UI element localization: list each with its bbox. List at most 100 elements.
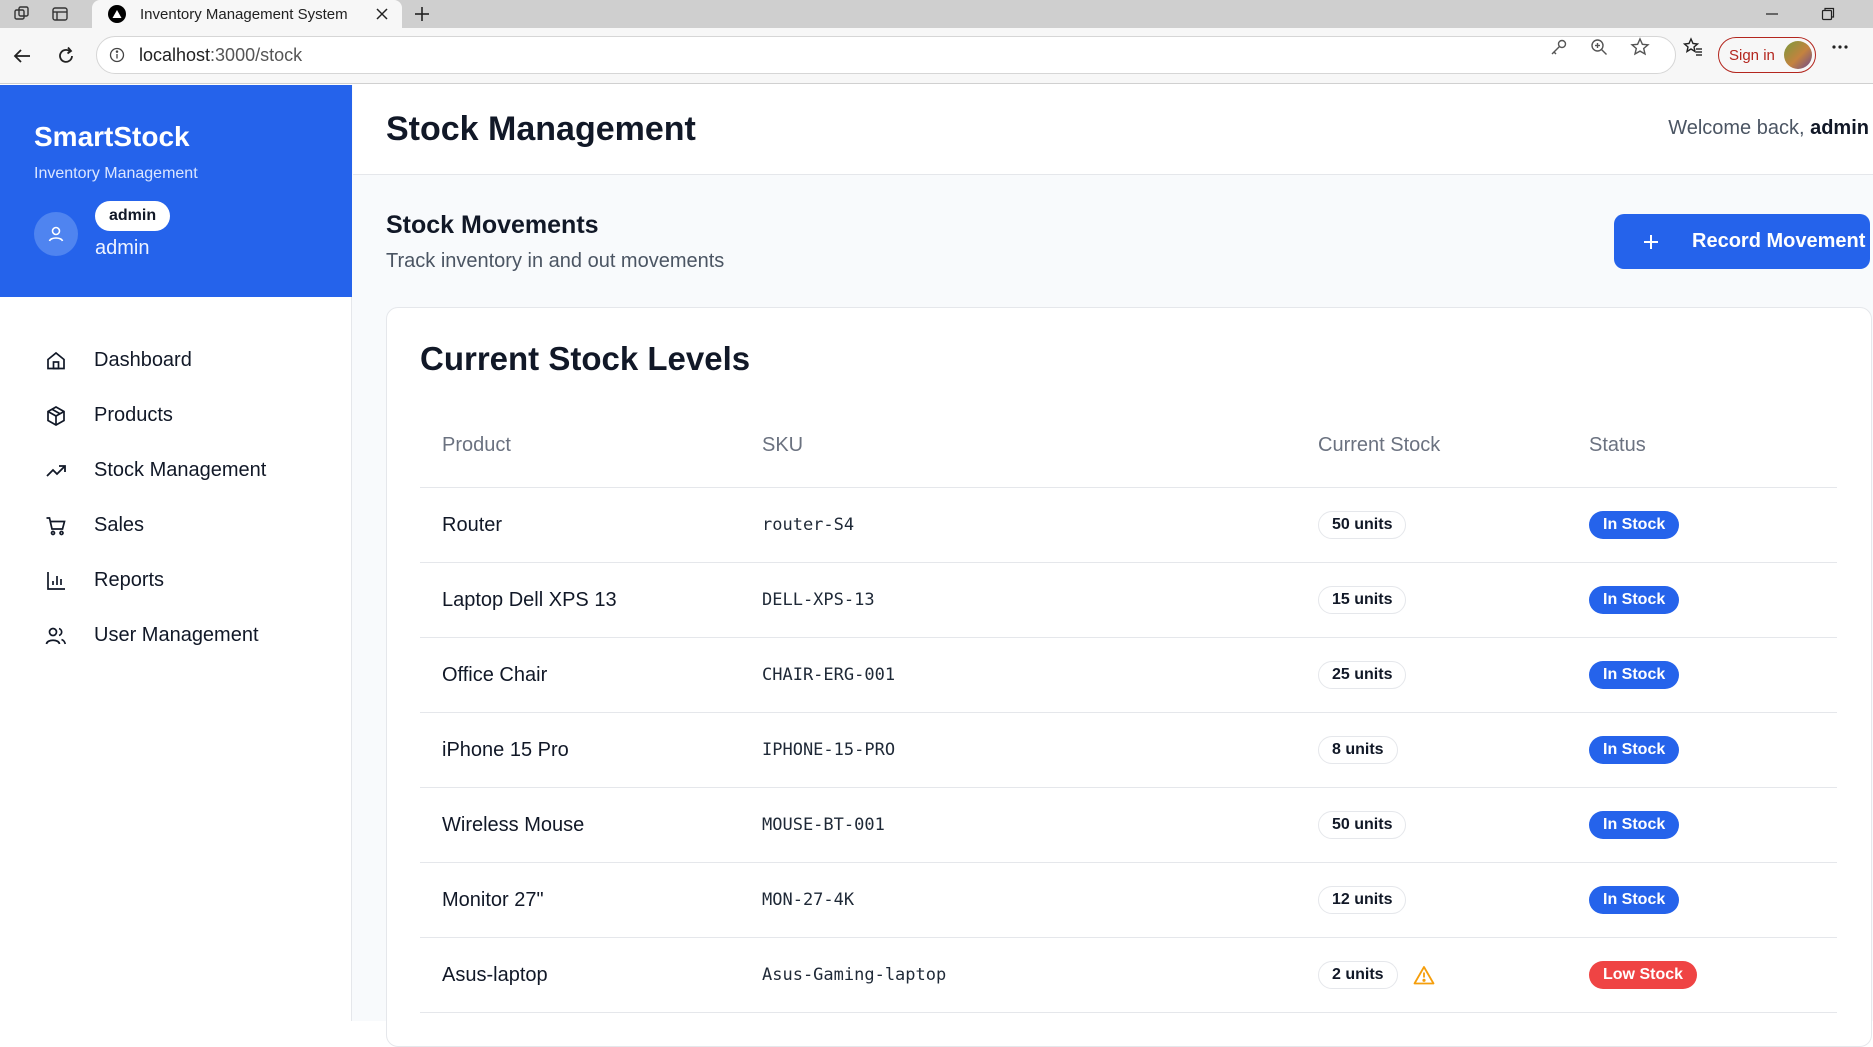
record-movement-label: Record Movement <box>1692 230 1866 252</box>
user-avatar <box>34 212 78 256</box>
page-header: Stock Management Welcome back, admin <box>353 85 1873 175</box>
table-row[interactable]: Asus-laptop Asus-Gaming-laptop 2 units L… <box>420 938 1837 1013</box>
key-icon[interactable] <box>1549 37 1569 57</box>
plus-icon <box>1640 231 1662 253</box>
sidebar-item-sales[interactable]: Sales <box>0 498 352 553</box>
status-badge: In Stock <box>1589 586 1680 614</box>
product-name: Asus-laptop <box>442 963 548 986</box>
sidebar-item-stock-management[interactable]: Stock Management <box>0 443 352 498</box>
url-text: localhost:3000/stock <box>139 45 302 66</box>
user-name: admin <box>95 237 150 259</box>
minimize-icon[interactable] <box>1762 4 1782 24</box>
url-path: :3000/stock <box>210 44 303 65</box>
welcome-user: admin <box>1810 117 1869 139</box>
stock-units-badge: 8 units <box>1318 736 1398 764</box>
column-header-product[interactable]: Product <box>420 434 762 457</box>
sidebar-item-label: Products <box>94 404 173 426</box>
restore-icon[interactable] <box>1818 4 1838 24</box>
sidebar-item-products[interactable]: Products <box>0 388 352 443</box>
sidebar-item-dashboard[interactable]: Dashboard <box>0 333 352 388</box>
sign-in-label: Sign in <box>1729 46 1775 64</box>
browser-tab-active[interactable]: Inventory Management System <box>92 0 402 28</box>
product-sku: Asus-Gaming-laptop <box>762 965 947 985</box>
product-name: Laptop Dell XPS 13 <box>442 588 617 611</box>
product-name: Office Chair <box>442 663 548 686</box>
table-row[interactable]: Laptop Dell XPS 13 DELL-XPS-13 15 units … <box>420 563 1837 638</box>
welcome-prefix: Welcome back, <box>1668 117 1811 139</box>
stock-units-badge: 2 units <box>1318 961 1398 989</box>
sidebar-item-label: Stock Management <box>94 459 267 481</box>
sidebar: SmartStock Inventory Management admin ad… <box>0 85 352 1021</box>
user-icon <box>48 226 64 242</box>
sign-in-button[interactable]: Sign in <box>1718 37 1816 73</box>
table-row[interactable]: iPhone 15 Pro IPHONE-15-PRO 8 units In S… <box>420 713 1837 788</box>
profile-avatar <box>1784 41 1812 69</box>
table-row[interactable]: Router router-S4 50 units In Stock <box>420 488 1837 563</box>
sidebar-item-user-management[interactable]: User Management <box>0 608 352 663</box>
welcome-message: Welcome back, admin <box>1668 117 1869 140</box>
stock-units-badge: 15 units <box>1318 586 1407 614</box>
sidebar-item-label: Dashboard <box>94 349 192 371</box>
site-info-icon[interactable] <box>107 45 127 65</box>
sidebar-item-reports[interactable]: Reports <box>0 553 352 608</box>
table-row[interactable]: Wireless Mouse MOUSE-BT-001 50 units In … <box>420 788 1837 863</box>
box-icon <box>44 404 68 428</box>
stock-units-badge: 25 units <box>1318 661 1407 689</box>
stock-table: Product SKU Current Stock Status Router … <box>420 404 1837 1013</box>
close-tab-icon[interactable] <box>372 4 392 24</box>
column-header-status[interactable]: Status <box>1589 434 1837 457</box>
product-name: iPhone 15 Pro <box>442 738 569 761</box>
trending-up-icon <box>44 459 68 483</box>
page-title: Stock Management <box>386 110 696 148</box>
status-badge: In Stock <box>1589 811 1680 839</box>
bar-chart-icon <box>44 569 68 593</box>
section-subtitle: Track inventory in and out movements <box>386 250 725 272</box>
product-sku: CHAIR-ERG-001 <box>762 665 896 685</box>
warning-triangle-icon <box>1412 964 1436 986</box>
favorites-icon[interactable] <box>1683 37 1703 57</box>
column-header-current-stock[interactable]: Current Stock <box>1318 434 1589 457</box>
tab-actions-icon[interactable] <box>50 4 70 24</box>
table-row[interactable]: Monitor 27" MON-27-4K 12 units In Stock <box>420 863 1837 938</box>
back-arrow-icon[interactable] <box>8 42 36 70</box>
browser-tab-bar: Inventory Management System <box>0 0 1873 28</box>
product-name: Wireless Mouse <box>442 813 585 836</box>
workspaces-icon[interactable] <box>12 4 32 24</box>
app-root: SmartStock Inventory Management admin ad… <box>0 85 1873 1047</box>
stock-units-badge: 12 units <box>1318 886 1407 914</box>
more-menu-icon[interactable] <box>1830 37 1850 57</box>
table-row[interactable]: Office Chair CHAIR-ERG-001 25 units In S… <box>420 638 1837 713</box>
brand-subtitle: Inventory Management <box>34 165 198 182</box>
zoom-icon[interactable] <box>1589 37 1609 57</box>
product-sku: MON-27-4K <box>762 890 855 910</box>
reload-icon[interactable] <box>52 42 80 70</box>
new-tab-icon[interactable] <box>410 2 434 26</box>
home-icon <box>44 349 68 373</box>
stock-levels-card: Current Stock Levels Product SKU Current… <box>386 307 1872 1047</box>
record-movement-button[interactable]: Record Movement <box>1614 214 1870 269</box>
main-content: Stock Management Welcome back, admin Sto… <box>353 85 1873 1047</box>
browser-address-bar: localhost:3000/stock Sign in <box>0 28 1873 84</box>
status-badge: In Stock <box>1589 661 1680 689</box>
status-badge: In Stock <box>1589 886 1680 914</box>
card-title: Current Stock Levels <box>420 340 751 377</box>
user-role-badge: admin <box>95 201 171 231</box>
site-favicon-icon <box>108 5 126 23</box>
sidebar-item-label: User Management <box>94 624 259 646</box>
table-header: Product SKU Current Stock Status <box>420 404 1837 488</box>
brand-name: SmartStock <box>34 121 190 152</box>
product-sku: router-S4 <box>762 515 855 535</box>
brand-panel: SmartStock Inventory Management admin ad… <box>0 85 352 297</box>
status-badge: In Stock <box>1589 736 1680 764</box>
product-sku: IPHONE-15-PRO <box>762 740 896 760</box>
favorite-star-icon[interactable] <box>1630 37 1650 57</box>
url-host: localhost <box>139 44 211 65</box>
stock-units-badge: 50 units <box>1318 511 1407 539</box>
tab-title: Inventory Management System <box>140 5 348 23</box>
url-field[interactable]: localhost:3000/stock <box>96 36 1676 74</box>
users-icon <box>44 624 68 648</box>
column-header-sku[interactable]: SKU <box>762 434 1318 457</box>
product-name: Monitor 27" <box>442 888 544 911</box>
sidebar-item-label: Reports <box>94 569 165 591</box>
status-badge: In Stock <box>1589 511 1680 539</box>
